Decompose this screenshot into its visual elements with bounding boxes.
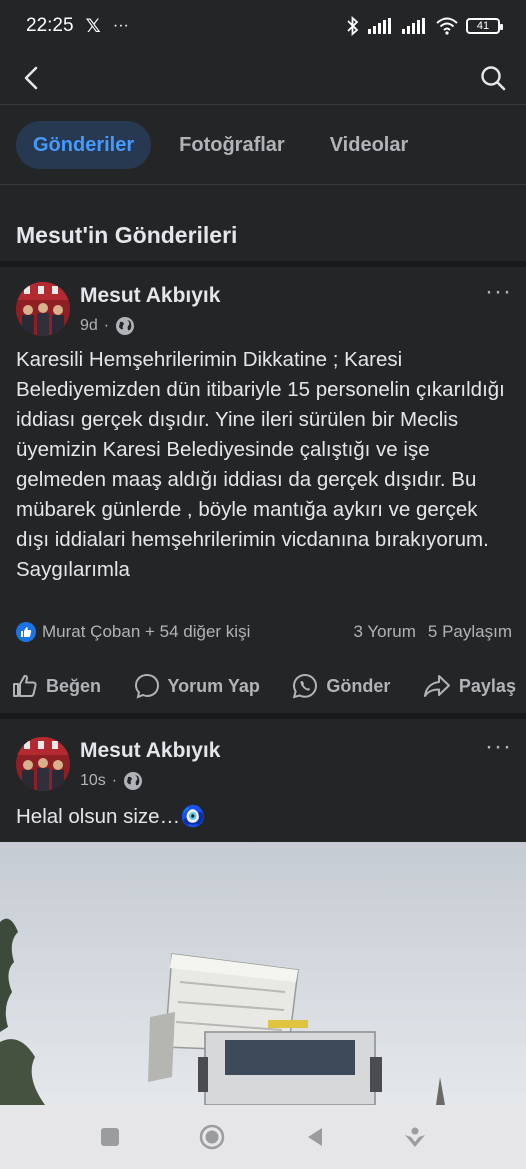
post-text: Karesili Hemşehrilerimin Dikkatine ; Kar… xyxy=(16,348,505,581)
bluetooth-icon xyxy=(347,16,359,36)
signal-icon-2 xyxy=(402,18,425,34)
battery-icon: 41 xyxy=(466,18,503,34)
tab-bar: Gönderiler Fotoğraflar Videolar xyxy=(16,121,425,169)
post-header: Mesut Akbıyık 9d · xyxy=(16,282,220,336)
avatar-image-2 xyxy=(16,737,70,791)
engagement-counts: 3 Yorum 5 Paylaşım xyxy=(354,622,512,642)
back-triangle-icon[interactable] xyxy=(304,1126,326,1148)
tabs-divider xyxy=(0,184,526,185)
truck-photo-image xyxy=(0,842,526,1105)
like-label: Beğen xyxy=(46,675,102,696)
share-button[interactable]: Paylaş xyxy=(423,674,516,698)
comments-count[interactable]: 3 Yorum xyxy=(354,622,416,642)
signal-icon xyxy=(368,18,391,34)
post-meta: 9d · xyxy=(80,316,220,336)
reactions-text: Murat Çoban + 54 diğer kişi xyxy=(42,622,251,641)
post-text-2: Helal olsun size…🧿 xyxy=(16,805,206,828)
avatar-2[interactable] xyxy=(16,737,70,791)
search-icon[interactable] xyxy=(480,65,506,91)
top-divider xyxy=(0,104,526,105)
comment-button[interactable]: Yorum Yap xyxy=(134,673,260,699)
share-arrow-icon xyxy=(423,675,450,697)
author-name[interactable]: Mesut Akbıyık xyxy=(80,284,220,308)
post-meta-2: 10s · xyxy=(80,771,220,791)
shares-count[interactable]: 5 Paylaşım xyxy=(428,622,512,642)
status-bar: 22:25 𝕏 ··· 41 xyxy=(0,0,526,52)
back-arrow-icon[interactable] xyxy=(20,66,44,90)
author-name-2[interactable]: Mesut Akbıyık xyxy=(80,739,220,763)
avatar-image xyxy=(16,282,70,336)
post-options-icon-2[interactable]: ··· xyxy=(485,733,512,761)
like-button[interactable]: Beğen xyxy=(12,674,101,698)
tab-posts[interactable]: Gönderiler xyxy=(16,121,152,169)
tab-videos[interactable]: Videolar xyxy=(313,121,426,169)
status-overflow-icon: ··· xyxy=(112,17,129,34)
section-title: Mesut'in Gönderileri xyxy=(16,222,238,248)
reactions-row: Murat Çoban + 54 diğer kişi 3 Yorum 5 Pa… xyxy=(16,622,512,642)
avatar[interactable] xyxy=(16,282,70,336)
comment-label: Yorum Yap xyxy=(167,675,260,696)
meta-dot: · xyxy=(103,317,110,334)
author-block: Mesut Akbıyık 9d · xyxy=(80,282,220,336)
send-label: Gönder xyxy=(326,675,391,696)
top-nav xyxy=(0,52,526,104)
post-separator-2 xyxy=(0,713,526,719)
tab-photos[interactable]: Fotoğraflar xyxy=(162,121,302,169)
screen: 22:25 𝕏 ··· 41 Gönderiler Fotoğraflar Vi… xyxy=(0,0,526,1169)
battery-level: 41 xyxy=(476,20,490,32)
x-logo-icon: 𝕏 xyxy=(85,15,101,37)
system-nav-bar xyxy=(0,1105,526,1169)
globe-icon xyxy=(116,317,135,335)
post-time[interactable]: 9d xyxy=(80,317,98,335)
status-time: 22:25 xyxy=(26,15,74,36)
recent-apps-icon[interactable] xyxy=(99,1126,121,1148)
post-options-icon[interactable]: ··· xyxy=(485,278,512,306)
reactions-summary[interactable]: Murat Çoban + 54 diğer kişi xyxy=(16,622,250,642)
whatsapp-icon xyxy=(293,673,318,699)
meta-dot-2: · xyxy=(111,772,118,789)
post-actions: Beğen Yorum Yap Gönder Paylaş xyxy=(12,666,516,706)
home-icon[interactable] xyxy=(198,1123,226,1151)
author-block-2: Mesut Akbıyık 10s · xyxy=(80,737,220,791)
post-time-2[interactable]: 10s xyxy=(80,772,106,790)
post-photo[interactable] xyxy=(0,842,526,1105)
post-header-2: Mesut Akbıyık 10s · xyxy=(16,737,220,791)
post-separator xyxy=(0,261,526,267)
globe-icon-2 xyxy=(124,772,143,790)
thumbs-up-icon xyxy=(13,674,37,697)
wifi-icon xyxy=(436,17,458,35)
comment-icon xyxy=(134,673,159,699)
assistant-icon[interactable] xyxy=(403,1125,427,1149)
share-label: Paylaş xyxy=(458,675,516,696)
send-whatsapp-button[interactable]: Gönder xyxy=(292,673,390,699)
like-reaction-icon xyxy=(16,622,36,642)
status-left: 22:25 𝕏 ··· xyxy=(26,15,129,38)
status-right: 41 xyxy=(346,16,503,36)
